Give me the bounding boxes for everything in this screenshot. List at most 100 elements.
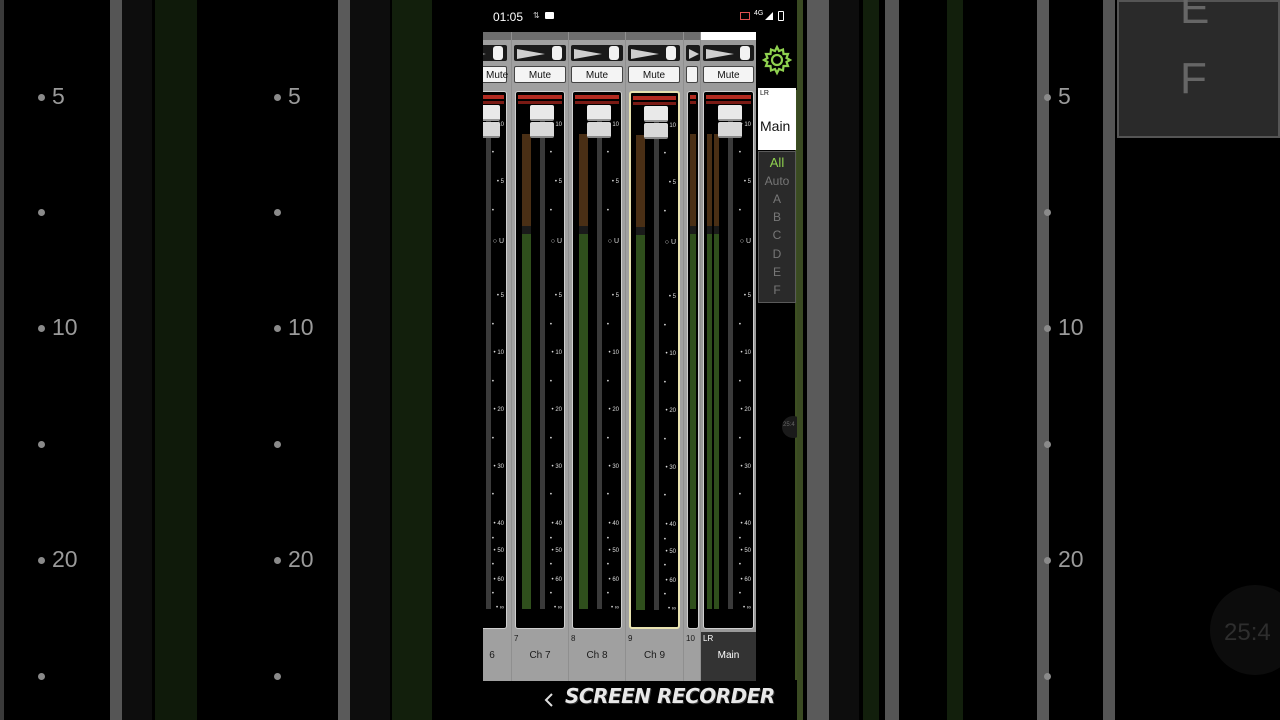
scale-tick-label: • 30	[493, 464, 504, 470]
group-a[interactable]: A	[759, 192, 795, 206]
bg-scale-label: 10	[1058, 314, 1084, 340]
channel-strip: Mute • 10 • 5 ○ U • 5 • 10 • 20 • 30 • 40 • 50 • …	[483, 32, 511, 681]
fader-scale: • 10 • 5 ○ U • 5 • 10 • 20 • 30 • 40 • 50 • 60 • ∞…	[483, 92, 506, 628]
bg-scale-label: 10	[288, 314, 314, 340]
bg-scale-label: 5	[288, 83, 301, 109]
fader-track-area[interactable]: • 10 • 5 ○ U • 5 • 10 • 20 • 30 • 40 • 50 • 60 • ∞…	[515, 91, 565, 629]
scale-tick-dot: •	[549, 562, 552, 568]
mute-button[interactable]: Mute	[628, 66, 680, 83]
scale-tick-label: • ∞	[553, 605, 562, 611]
scale-tick-dot: •	[606, 562, 609, 568]
scale-tick-label: ○ U	[739, 238, 751, 245]
scale-tick-dot: •	[491, 436, 494, 442]
channel-name: 6	[489, 650, 495, 661]
group-d[interactable]: D	[759, 247, 795, 261]
scale-tick-label: • 50	[740, 548, 751, 554]
scale-tick-label: • 50	[608, 548, 619, 554]
mute-button[interactable]: Mute	[483, 66, 508, 83]
pan-knob[interactable]	[628, 45, 680, 61]
group-b[interactable]: B	[759, 210, 795, 224]
scale-tick-label: • 20	[551, 407, 562, 413]
mute-button[interactable]: Mute	[571, 66, 623, 83]
group-c[interactable]: C	[759, 228, 795, 242]
scale-tick-dot: •	[549, 436, 552, 442]
scale-tick-label: • 5	[668, 180, 676, 186]
scale-tick-dot: •	[491, 322, 494, 328]
channel-label[interactable]: 6	[483, 632, 511, 681]
channel-name: Ch 7	[529, 650, 551, 661]
scale-tick-dot: •	[491, 591, 494, 597]
scale-tick-label: • 10	[740, 350, 751, 356]
channel-label[interactable]: 8 Ch 8	[569, 632, 625, 681]
scale-tick-dot: •	[491, 536, 494, 542]
scale-tick-label: • 5	[668, 294, 676, 300]
pan-knob[interactable]	[686, 45, 700, 61]
scale-tick-label: • 20	[740, 407, 751, 413]
chevron-left-icon[interactable]	[543, 692, 555, 708]
channel-label[interactable]: 7 Ch 7	[512, 632, 568, 681]
scale-tick-dot: •	[738, 150, 741, 156]
scale-tick-dot: •	[738, 379, 741, 385]
scale-tick-label: • 20	[665, 408, 676, 414]
scale-tick-dot: •	[738, 536, 741, 542]
scale-tick-label: • 40	[493, 521, 504, 527]
group-f[interactable]: F	[759, 283, 795, 297]
scale-tick-label: • 5	[611, 179, 619, 185]
gear-icon[interactable]	[761, 44, 793, 76]
scale-tick-label: • 10	[665, 123, 676, 129]
scale-tick-dot: •	[663, 563, 666, 569]
battery-icon	[778, 11, 784, 21]
mute-button[interactable]: Mute	[514, 66, 566, 83]
scale-tick-dot: •	[491, 562, 494, 568]
channel-label[interactable]: 9 Ch 9	[626, 632, 683, 681]
scale-tick-dot: •	[663, 380, 666, 386]
scale-tick-dot: •	[491, 208, 494, 214]
pan-knob[interactable]	[514, 45, 566, 61]
mini-timer-text: 25:4	[783, 422, 795, 428]
scale-tick-dot: •	[663, 437, 666, 443]
fader-scale: • 10 • 5 ○ U • 5 • 10 • 20 • 30 • 40 • 50 • 60 • ∞…	[631, 93, 678, 627]
channel-number: 10	[686, 634, 695, 643]
scale-tick-dot: •	[606, 436, 609, 442]
fader-track-area[interactable]	[687, 91, 699, 629]
pan-knob[interactable]	[483, 45, 507, 61]
mute-button[interactable]	[686, 66, 698, 83]
bg-scale-label: 20	[52, 546, 78, 572]
scale-tick-label: • 5	[743, 179, 751, 185]
group-e[interactable]: E	[759, 265, 795, 279]
scale-tick-dot: •	[663, 151, 666, 157]
fader-track-area[interactable]: • 10 • 5 ○ U • 5 • 10 • 20 • 30 • 40 • 50 • 60 • ∞…	[483, 91, 507, 629]
scale-tick-label: • 5	[611, 293, 619, 299]
network-label: 4G	[754, 10, 764, 17]
fader-track-area[interactable]: • 10 • 5 ○ U • 5 • 10 • 20 • 30 • 40 • 50 • 60 • ∞…	[703, 91, 754, 629]
scale-tick-label: • 30	[608, 464, 619, 470]
scale-tick-dot: •	[738, 492, 741, 498]
group-all[interactable]: All	[759, 155, 795, 170]
scale-tick-dot: •	[606, 492, 609, 498]
scale-tick-dot: •	[738, 208, 741, 214]
channel-label[interactable]: 10	[684, 632, 700, 681]
scale-tick-dot: •	[606, 208, 609, 214]
scale-tick-dot: •	[606, 591, 609, 597]
pan-knob[interactable]	[571, 45, 623, 61]
channel-number: LR	[703, 634, 714, 643]
background-right: E F 5 10 20 25:4	[797, 0, 1280, 720]
channel-label[interactable]: LR Main	[701, 632, 756, 681]
fader-track-area[interactable]: • 10 • 5 ○ U • 5 • 10 • 20 • 30 • 40 • 50 • 60 • ∞…	[572, 91, 622, 629]
bus-selector[interactable]: LR Main	[758, 88, 796, 150]
scale-tick-dot: •	[549, 208, 552, 214]
group-auto[interactable]: Auto	[759, 174, 795, 188]
balance-knob[interactable]	[703, 45, 754, 61]
cast-icon	[740, 12, 750, 20]
channel-strip: Mute • 10 • 5 ○ U • 5 • 10 • 20 • 30 • 40 • 50 • …	[512, 32, 568, 681]
bg-scale-label: 20	[288, 546, 314, 572]
scale-tick-label: • 5	[743, 293, 751, 299]
scale-tick-label: • 30	[665, 465, 676, 471]
fader-track-area[interactable]: • 10 • 5 ○ U • 5 • 10 • 20 • 30 • 40 • 50 • 60 • ∞…	[629, 91, 680, 629]
mute-button[interactable]: Mute	[703, 66, 754, 83]
scale-tick-label: ○ U	[607, 238, 619, 245]
bg-scale-label: 10	[52, 314, 78, 340]
scale-tick-label: • 40	[608, 521, 619, 527]
scale-tick-label: • 10	[551, 350, 562, 356]
level-meter	[690, 134, 696, 609]
